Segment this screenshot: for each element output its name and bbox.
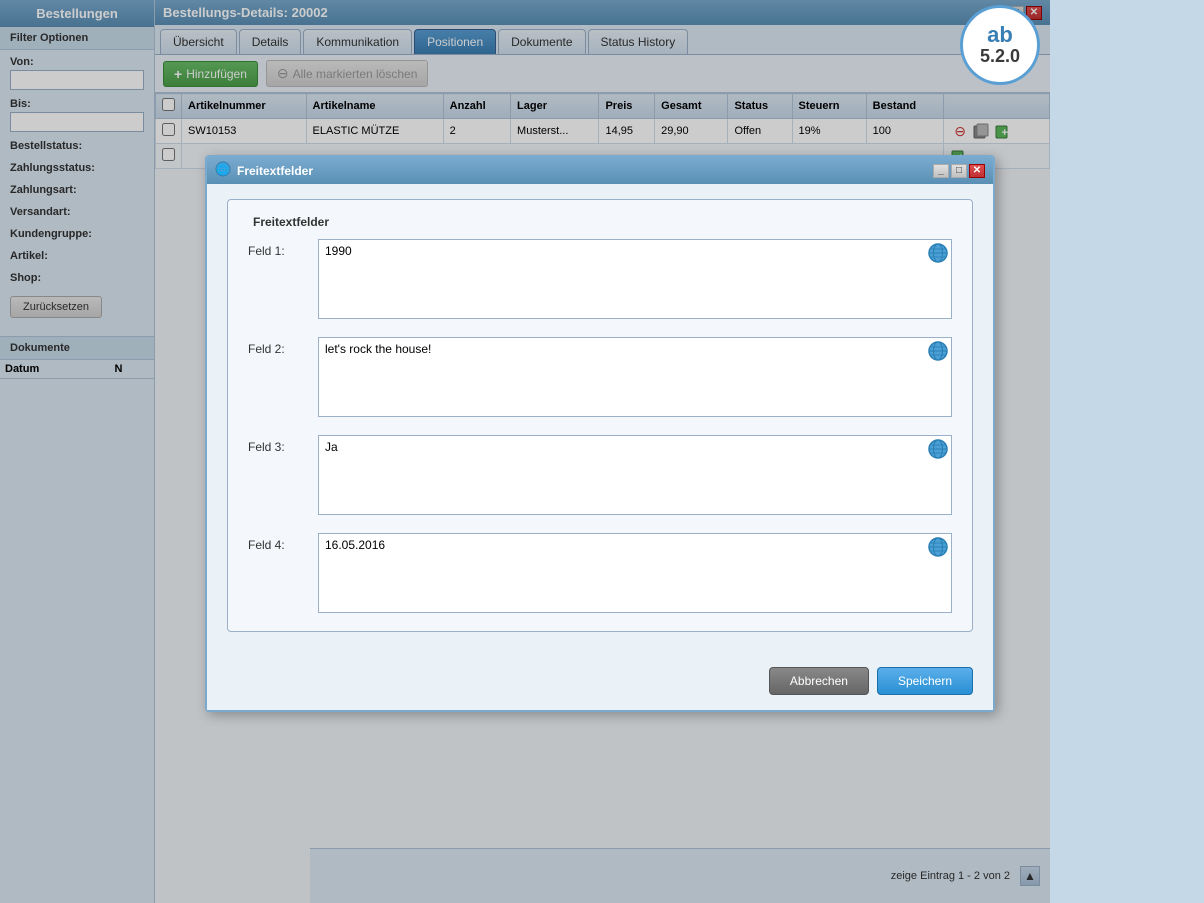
feld1-row: Feld 1: 1990 — [248, 239, 952, 322]
dialog-content: Freitextfelder Feld 1: 1990 Feld 2: — [207, 184, 993, 657]
feld2-row: Feld 2: let's rock the house! — [248, 337, 952, 420]
feld3-row: Feld 3: Ja — [248, 435, 952, 518]
feld1-wrapper: 1990 — [318, 239, 952, 322]
dialog-overlay: 🌐 Freitextfelder _ □ ✕ Freitextfelder Fe… — [0, 0, 1050, 903]
dialog-icon: 🌐 — [215, 161, 231, 180]
svg-text:🌐: 🌐 — [217, 163, 229, 176]
feld3-globe-icon[interactable] — [928, 439, 948, 459]
dialog-title: Freitextfelder — [237, 164, 313, 178]
dialog-footer: Abbrechen Speichern — [207, 657, 993, 710]
dialog-minimize-button[interactable]: _ — [933, 164, 949, 178]
feld1-textarea[interactable]: 1990 — [318, 239, 952, 319]
abbrechen-button[interactable]: Abbrechen — [769, 667, 869, 695]
feld4-label: Feld 4: — [248, 533, 318, 552]
feld2-label: Feld 2: — [248, 337, 318, 356]
feld2-wrapper: let's rock the house! — [318, 337, 952, 420]
dialog-close-button[interactable]: ✕ — [969, 164, 985, 178]
feld3-wrapper: Ja — [318, 435, 952, 518]
freitextfelder-group: Freitextfelder Feld 1: 1990 Feld 2: — [227, 199, 973, 632]
dialog-restore-button[interactable]: □ — [951, 164, 967, 178]
version-number-text: 5.2.0 — [980, 47, 1020, 67]
version-ab-text: ab — [987, 23, 1013, 47]
speichern-button[interactable]: Speichern — [877, 667, 973, 695]
feld3-textarea[interactable]: Ja — [318, 435, 952, 515]
feld4-row: Feld 4: 16.05.2016 — [248, 533, 952, 616]
feld1-label: Feld 1: — [248, 239, 318, 258]
dialog-titlebar: 🌐 Freitextfelder _ □ ✕ — [207, 157, 993, 184]
feld2-globe-icon[interactable] — [928, 341, 948, 361]
group-legend: Freitextfelder — [248, 215, 952, 229]
feld1-globe-icon[interactable] — [928, 243, 948, 263]
freitextfelder-dialog: 🌐 Freitextfelder _ □ ✕ Freitextfelder Fe… — [205, 155, 995, 712]
feld4-globe-icon[interactable] — [928, 537, 948, 557]
feld3-label: Feld 3: — [248, 435, 318, 454]
feld4-wrapper: 16.05.2016 — [318, 533, 952, 616]
feld2-textarea[interactable]: let's rock the house! — [318, 337, 952, 417]
version-badge: ab 5.2.0 — [960, 5, 1040, 85]
feld4-textarea[interactable]: 16.05.2016 — [318, 533, 952, 613]
dialog-win-controls: _ □ ✕ — [933, 164, 985, 178]
